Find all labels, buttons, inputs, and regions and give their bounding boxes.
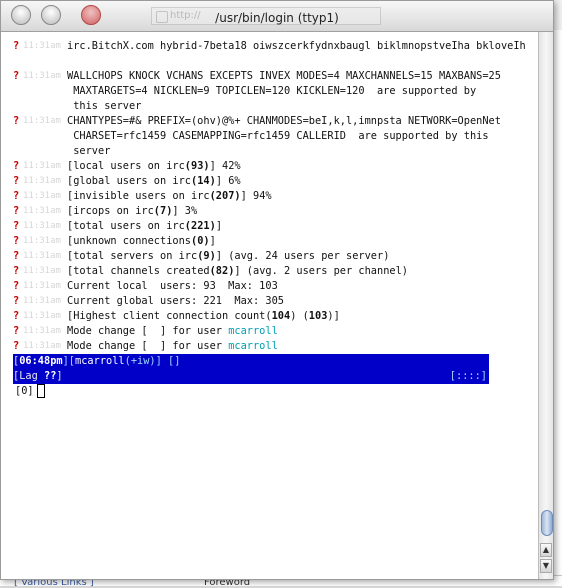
highest-local-value: 104 <box>271 310 291 322</box>
message-text: [total servers on irc(9)] (avg. 24 users… <box>67 250 390 262</box>
stat-paren: ) <box>228 265 235 277</box>
timestamp: 11:31am <box>23 281 61 291</box>
error-marker-icon: ? <box>13 40 20 52</box>
vertical-scrollbar[interactable]: ▲ ▼ <box>538 32 553 579</box>
status-user-mode: (+iw) <box>124 355 156 367</box>
timestamp: 11:31am <box>23 251 61 261</box>
status-nick: mcarroll <box>75 355 125 367</box>
timestamp: 11:31am <box>23 206 61 216</box>
terminal-window: http:// /usr/bin/login (ttyp1) ? 11:31am i… <box>0 0 554 580</box>
timestamp: 11:31am <box>23 266 61 276</box>
message-text: Mode change [ ] for user mcarroll <box>67 325 278 337</box>
timestamp: 11:31am <box>23 296 61 306</box>
error-marker-icon: ? <box>13 310 20 322</box>
timestamp: 11:31am <box>23 116 61 126</box>
message-text: Current local users: 93 Max: 103 <box>67 280 278 292</box>
timestamp: 11:31am <box>23 41 61 51</box>
message-text: MAXTARGETS=4 NICKLEN=9 TOPICLEN=120 KICK… <box>67 85 477 97</box>
timestamp: 11:31am <box>23 191 61 201</box>
stat-paren: ) <box>166 205 173 217</box>
stat-value: 221 <box>191 220 210 232</box>
error-marker-icon: ? <box>13 160 20 172</box>
error-marker-icon: ? <box>13 280 20 292</box>
stat-paren: ) <box>234 190 241 202</box>
message-text: [total users on irc(221)] <box>67 220 223 232</box>
prompt-window-number: [0] <box>15 385 34 397</box>
error-marker-icon: ? <box>13 115 20 127</box>
error-marker-icon: ? <box>13 190 20 202</box>
error-marker-icon: ? <box>13 220 20 232</box>
message-text: CHARSET=rfc1459 CASEMAPPING=rfc1459 CALL… <box>67 130 489 142</box>
lag-value: ?? <box>44 370 57 382</box>
message-text: [Highest client connection count(104) (1… <box>67 310 340 322</box>
status-separator: ][ <box>62 355 76 367</box>
stat-paren: ) <box>209 250 216 262</box>
timestamp: 11:31am <box>23 176 61 186</box>
message-text: irc.BitchX.com hybrid-7beta18 oiwszcerkf… <box>67 40 526 52</box>
stat-paren: ) <box>209 175 216 187</box>
error-marker-icon: ? <box>13 70 20 82</box>
timestamp: 11:31am <box>23 161 61 171</box>
message-text: [global users on irc(14)] 6% <box>67 175 241 187</box>
message-text: CHANTYPES=#& PREFIX=(ohv)@%+ CHANMODES=b… <box>67 115 501 127</box>
highest-global-value: 103 <box>308 310 328 322</box>
message-text: Current global users: 221 Max: 305 <box>67 295 284 307</box>
message-text: [total channels created(82)] (avg. 2 use… <box>67 265 408 277</box>
stat-paren: ) <box>209 220 216 232</box>
status-window-indicator: ] [] <box>155 355 181 367</box>
lag-activity-indicator: [::::] <box>449 370 487 382</box>
timestamp: 11:31am <box>23 311 61 321</box>
text-cursor[interactable] <box>36 384 45 398</box>
timestamp: 11:31am <box>23 71 61 81</box>
error-marker-icon: ? <box>13 340 20 352</box>
timestamp: 11:31am <box>23 326 61 336</box>
error-marker-icon: ? <box>13 250 20 262</box>
message-text: [unknown connections(0)] <box>67 235 216 247</box>
stat-value: 93 <box>191 160 204 172</box>
message-text: [local users on irc(93)] 42% <box>67 160 241 172</box>
timestamp: 11:31am <box>23 341 61 351</box>
user-nick[interactable]: mcarroll <box>228 340 278 352</box>
timestamp: 11:31am <box>23 236 61 246</box>
timestamp: 11:31am <box>23 221 61 231</box>
message-text: this server <box>67 100 142 112</box>
error-marker-icon: ? <box>13 175 20 187</box>
stat-value: 14 <box>197 175 210 187</box>
stat-paren: ) <box>203 235 210 247</box>
error-marker-icon: ? <box>13 205 20 217</box>
status-time: 06:48pm <box>19 355 63 367</box>
status-bar: [06:48pm][mcarroll(+iw)] [] <box>13 354 489 369</box>
scroll-up-arrow-icon[interactable]: ▲ <box>540 543 552 557</box>
terminal-output[interactable]: ? 11:31am irc.BitchX.com hybrid-7beta18 oi… <box>1 32 539 579</box>
error-marker-icon: ? <box>13 295 20 307</box>
scrollbar-thumb[interactable] <box>541 510 553 536</box>
user-nick[interactable]: mcarroll <box>228 325 278 337</box>
stat-paren: ) <box>203 160 210 172</box>
scroll-down-arrow-icon[interactable]: ▼ <box>540 559 552 573</box>
error-marker-icon: ? <box>13 325 20 337</box>
lag-bar: [Lag ??] [::::] <box>13 369 489 384</box>
window-title: /usr/bin/login (ttyp1) <box>215 11 339 25</box>
window-titlebar[interactable]: http:// /usr/bin/login (ttyp1) <box>1 1 553 32</box>
error-marker-icon: ? <box>13 265 20 277</box>
message-text: [ircops on irc(7)] 3% <box>67 205 198 217</box>
stat-value: 82 <box>215 265 229 277</box>
message-text: Mode change [ ] for user mcarroll <box>67 340 278 352</box>
stat-value: 207 <box>215 190 235 202</box>
message-text: WALLCHOPS KNOCK VCHANS EXCEPTS INVEX MOD… <box>67 70 501 82</box>
error-marker-icon: ? <box>13 235 20 247</box>
message-text: [invisible users on irc(207)] 94% <box>67 190 272 202</box>
input-prompt[interactable]: [0] <box>15 384 45 399</box>
message-text: server <box>67 145 111 157</box>
